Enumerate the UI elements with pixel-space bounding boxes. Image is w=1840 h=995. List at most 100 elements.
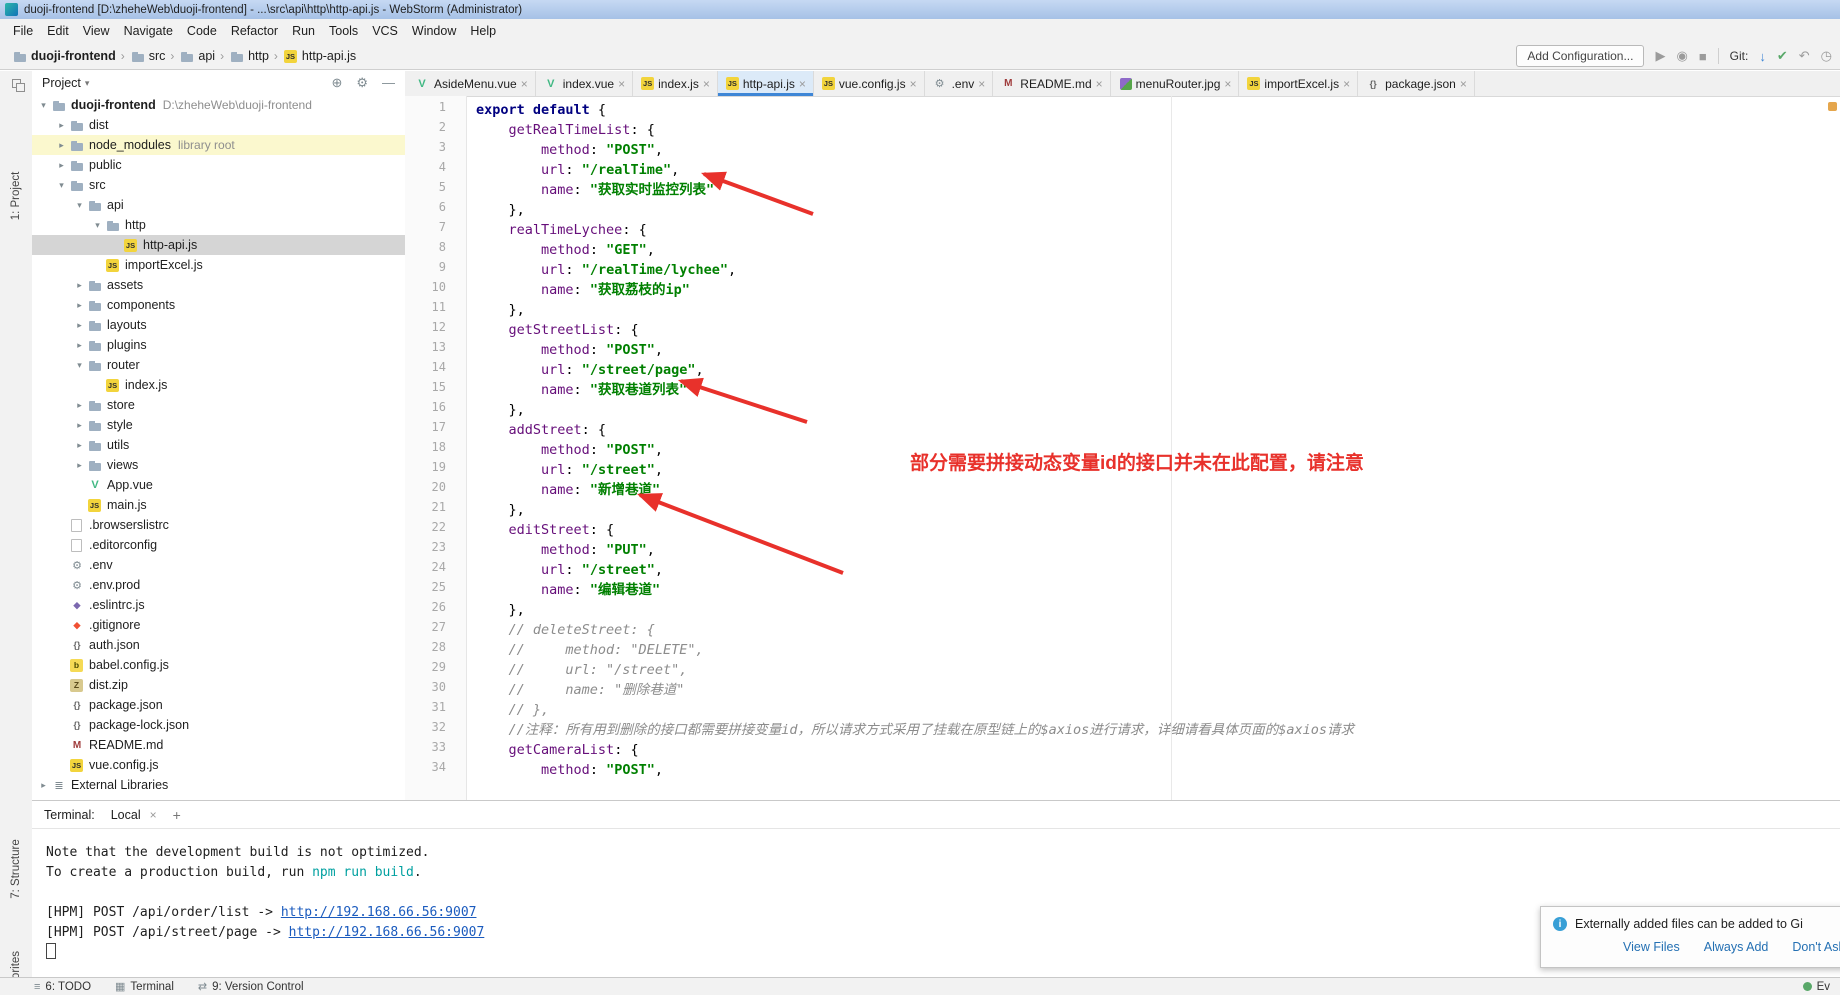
code-line[interactable]: // deleteStreet: { [476, 620, 1826, 640]
menu-code[interactable]: Code [180, 21, 224, 41]
line-number[interactable]: 17 [405, 420, 466, 440]
tree-item-utils[interactable]: ▸utils [32, 435, 405, 455]
chevron-collapsed-icon[interactable]: ▸ [72, 440, 87, 451]
code-line[interactable]: method: "POST", [476, 340, 1826, 360]
line-number[interactable]: 5 [405, 180, 466, 200]
line-number[interactable]: 3 [405, 140, 466, 160]
project-panel-title[interactable]: Project [42, 76, 81, 90]
line-number[interactable]: 20 [405, 480, 466, 500]
line-number[interactable]: 9 [405, 260, 466, 280]
editor-tab-readme-md[interactable]: MREADME.md× [993, 71, 1110, 96]
line-number[interactable]: 22 [405, 520, 466, 540]
chevron-collapsed-icon[interactable]: ▸ [72, 280, 87, 291]
tree-item-index-js[interactable]: JSindex.js [32, 375, 405, 395]
line-number[interactable]: 31 [405, 700, 466, 720]
tree-item-editorconfig[interactable]: .editorconfig [32, 535, 405, 555]
line-number[interactable]: 1 [405, 100, 466, 120]
editor-tab-http-api-js[interactable]: JShttp-api.js× [718, 71, 814, 96]
tree-item-dist[interactable]: ▸dist [32, 115, 405, 135]
code-line[interactable]: name: "获取巷道列表" [476, 380, 1826, 400]
line-number[interactable]: 12 [405, 320, 466, 340]
close-icon[interactable]: × [910, 77, 917, 91]
editor-tab-index-js[interactable]: JSindex.js× [633, 71, 718, 96]
code-line[interactable]: method: "POST", [476, 440, 1826, 460]
tree-item-vue-config-js[interactable]: JSvue.config.js [32, 755, 405, 775]
menu-edit[interactable]: Edit [40, 21, 76, 41]
code-line[interactable]: // method: "DELETE", [476, 640, 1826, 660]
breadcrumb-src[interactable]: src [130, 49, 166, 64]
close-icon[interactable]: × [521, 77, 528, 91]
line-number[interactable]: 15 [405, 380, 466, 400]
line-number[interactable]: 7 [405, 220, 466, 240]
close-icon[interactable]: × [703, 77, 710, 91]
terminal-tab-local[interactable]: Local × [111, 808, 157, 822]
chevron-expanded-icon[interactable]: ▾ [36, 100, 51, 111]
chevron-collapsed-icon[interactable]: ▸ [54, 140, 69, 151]
menu-view[interactable]: View [76, 21, 117, 41]
code-line[interactable]: editStreet: { [476, 520, 1826, 540]
code-line[interactable]: }, [476, 300, 1826, 320]
line-number[interactable]: 2 [405, 120, 466, 140]
tree-item-http-api-js[interactable]: JShttp-api.js [32, 235, 405, 255]
locate-file-icon[interactable]: ⊕ [331, 75, 342, 91]
tree-item-app-vue[interactable]: VApp.vue [32, 475, 405, 495]
code-line[interactable]: getStreetList: { [476, 320, 1826, 340]
status-6-todo[interactable]: ≡6: TODO [34, 980, 91, 993]
code-line[interactable]: url: "/realTime", [476, 160, 1826, 180]
line-number[interactable]: 14 [405, 360, 466, 380]
tree-item-env-prod[interactable]: ⚙.env.prod [32, 575, 405, 595]
chevron-collapsed-icon[interactable]: ▸ [54, 160, 69, 171]
code-line[interactable]: url: "/realTime/lychee", [476, 260, 1826, 280]
chevron-collapsed-icon[interactable]: ▸ [72, 340, 87, 351]
line-number[interactable]: 16 [405, 400, 466, 420]
tree-item-duoji-frontend[interactable]: ▾duoji-frontendD:\zheheWeb\duoji-fronten… [32, 95, 405, 115]
settings-gear-icon[interactable]: ⚙ [356, 75, 368, 91]
tree-item-api[interactable]: ▾api [32, 195, 405, 215]
tree-item-store[interactable]: ▸store [32, 395, 405, 415]
chevron-expanded-icon[interactable]: ▾ [90, 220, 105, 231]
tree-item-public[interactable]: ▸public [32, 155, 405, 175]
tree-item-views[interactable]: ▸views [32, 455, 405, 475]
tree-item-importexcel-js[interactable]: JSimportExcel.js [32, 255, 405, 275]
tree-item-dist-zip[interactable]: Zdist.zip [32, 675, 405, 695]
notification-action-always-add[interactable]: Always Add [1704, 940, 1769, 954]
vcs-commit-icon[interactable]: ✔ [1777, 48, 1788, 64]
editor-tab-index-vue[interactable]: Vindex.vue× [536, 71, 633, 96]
editor-tab-vue-config-js[interactable]: JSvue.config.js× [814, 71, 925, 96]
editor-tab-menurouter-jpg[interactable]: menuRouter.jpg× [1111, 71, 1240, 96]
vcs-update-icon[interactable]: ↓ [1759, 49, 1766, 64]
tree-item-src[interactable]: ▾src [32, 175, 405, 195]
line-number[interactable]: 8 [405, 240, 466, 260]
chevron-down-icon[interactable]: ▾ [85, 78, 90, 89]
line-number[interactable]: 34 [405, 760, 466, 780]
code-line[interactable]: url: "/street/page", [476, 360, 1826, 380]
chevron-expanded-icon[interactable]: ▾ [54, 180, 69, 191]
menu-window[interactable]: Window [405, 21, 463, 41]
menu-file[interactable]: File [6, 21, 40, 41]
rollback-icon[interactable]: ↶ [1799, 48, 1810, 64]
line-number[interactable]: 24 [405, 560, 466, 580]
breadcrumb-duoji-frontend[interactable]: duoji-frontend [12, 49, 116, 64]
menu-refactor[interactable]: Refactor [224, 21, 285, 41]
tree-item-router[interactable]: ▾router [32, 355, 405, 375]
tree-item-http[interactable]: ▾http [32, 215, 405, 235]
menu-navigate[interactable]: Navigate [117, 21, 180, 41]
chevron-collapsed-icon[interactable]: ▸ [72, 460, 87, 471]
notification-action-don-t-ask-agai[interactable]: Don't Ask Agai [1792, 940, 1840, 954]
run-icon[interactable]: ▶ [1655, 48, 1665, 64]
code-line[interactable]: }, [476, 600, 1826, 620]
line-number[interactable]: 18 [405, 440, 466, 460]
tree-item-gitignore[interactable]: ◆.gitignore [32, 615, 405, 635]
editor-body[interactable]: 1234567891011121314151617181920212223242… [405, 96, 1840, 800]
stop-icon[interactable]: ■ [1699, 49, 1707, 64]
line-number[interactable]: 33 [405, 740, 466, 760]
tree-item-eslintrc-js[interactable]: ◆.eslintrc.js [32, 595, 405, 615]
line-number[interactable]: 4 [405, 160, 466, 180]
hide-panel-icon[interactable]: — [382, 75, 395, 91]
tree-item-readme-md[interactable]: MREADME.md [32, 735, 405, 755]
tree-item-assets[interactable]: ▸assets [32, 275, 405, 295]
tree-item-components[interactable]: ▸components [32, 295, 405, 315]
tree-item-package-json[interactable]: {}package.json [32, 695, 405, 715]
line-number[interactable]: 28 [405, 640, 466, 660]
chevron-collapsed-icon[interactable]: ▸ [54, 120, 69, 131]
